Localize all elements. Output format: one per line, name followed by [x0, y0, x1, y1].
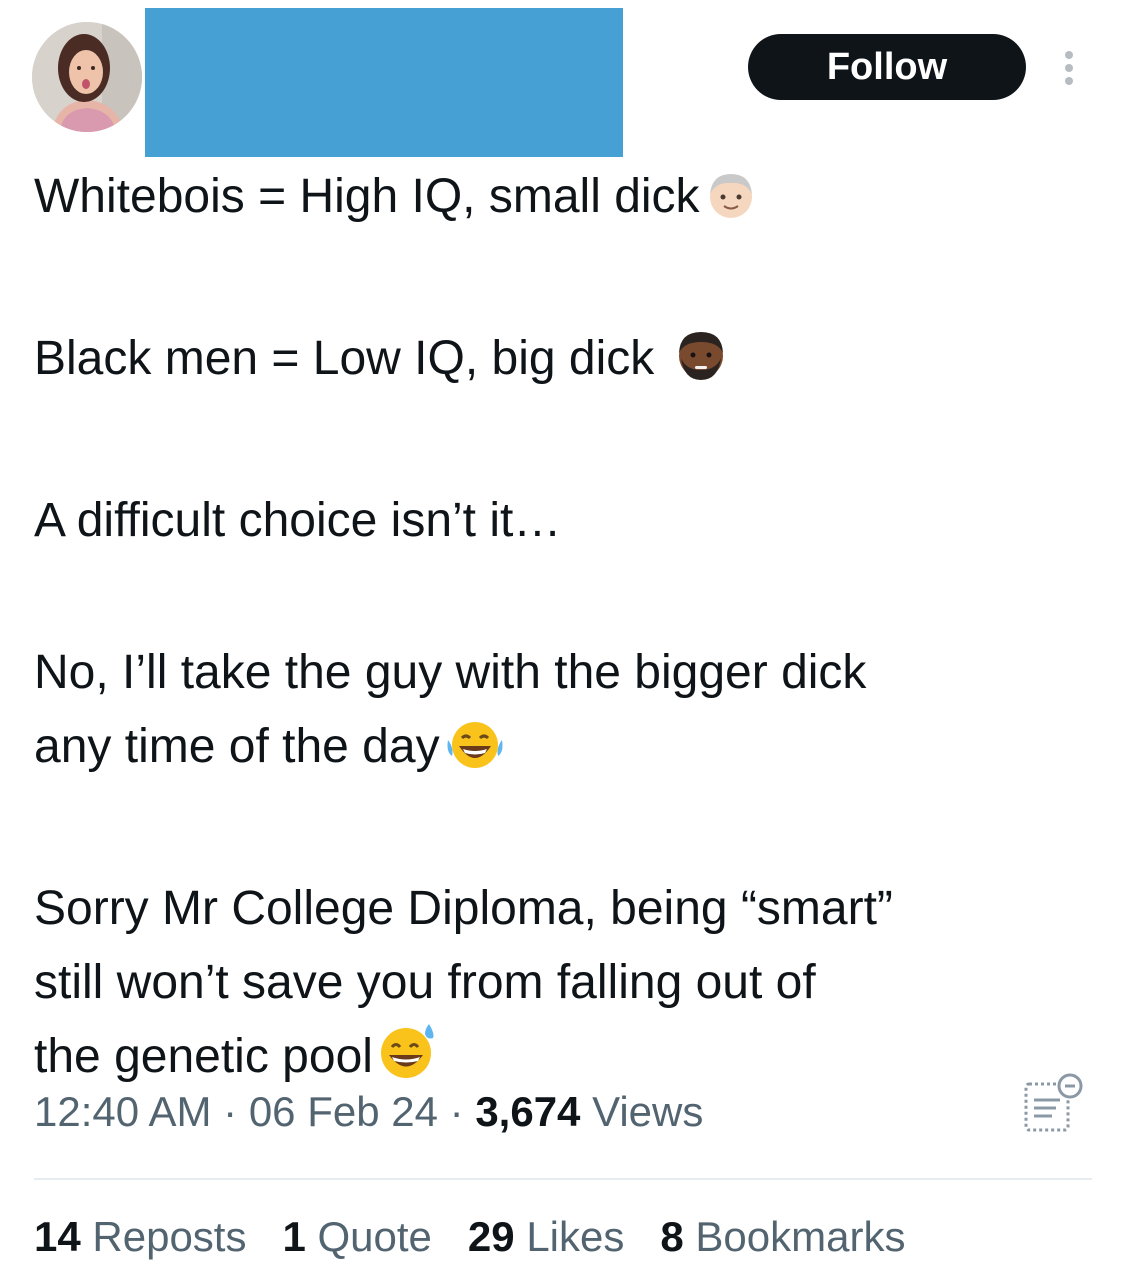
more-options-button[interactable]	[1055, 46, 1083, 90]
tweet-paragraph: Whitebois = High IQ, small dick	[34, 160, 1094, 244]
tweet-paragraph: Sorry Mr College Diploma, being “smart” …	[34, 872, 1094, 1104]
likes-label: Likes	[526, 1213, 625, 1260]
tweet-line: Whitebois = High IQ, small dick	[34, 170, 700, 223]
tweet-meta: 12:40 AM · 06 Feb 24 · 3,674 Views	[34, 1088, 703, 1136]
tweet-paragraph: A difficult choice isn’t it…	[34, 484, 1094, 558]
tweet-paragraph: No, I’ll take the guy with the bigger di…	[34, 636, 1094, 794]
meta-separator: ·	[449, 1088, 464, 1135]
tweet-line: any time of the day	[34, 720, 440, 773]
bearded-man-dark-skin-emoji	[672, 326, 730, 406]
analytics-button[interactable]	[1022, 1072, 1084, 1134]
tweet-line: A difficult choice isn’t it…	[34, 494, 562, 547]
bookmarks-label: Bookmarks	[695, 1213, 906, 1260]
analytics-icon	[1024, 1073, 1083, 1132]
likes-count: 29	[467, 1213, 515, 1260]
tears-of-joy-emoji	[444, 718, 506, 794]
likes-stat[interactable]: 29 Likes	[468, 1213, 624, 1261]
quotes-label: Quote	[317, 1213, 432, 1260]
avatar-photo	[32, 22, 142, 132]
vertical-dots-icon	[1065, 51, 1073, 85]
meta-separator: ·	[223, 1088, 238, 1135]
engagement-stats: 14 Reposts 1 Quote 29 Likes 8 Bookmarks	[34, 1213, 905, 1261]
avatar[interactable]	[32, 22, 142, 132]
tweet-line: still won’t save you from falling out of	[34, 956, 816, 1009]
reposts-stat[interactable]: 14 Reposts	[34, 1213, 246, 1261]
quotes-stat[interactable]: 1 Quote	[282, 1213, 431, 1261]
divider	[34, 1178, 1092, 1180]
tweet-line: Black men = Low IQ, big dick	[34, 332, 668, 385]
tweet-paragraph: Black men = Low IQ, big dick	[34, 322, 1094, 406]
tweet-text: Whitebois = High IQ, small dick Black me…	[34, 160, 1094, 1104]
tweet-line: the genetic pool	[34, 1030, 373, 1083]
bookmarks-stat[interactable]: 8 Bookmarks	[660, 1213, 905, 1261]
reposts-count: 14	[34, 1213, 81, 1260]
reposts-label: Reposts	[92, 1213, 247, 1260]
tweet-date[interactable]: 06 Feb 24	[249, 1088, 438, 1135]
older-man-emoji	[704, 168, 758, 244]
views-label: Views	[592, 1088, 704, 1135]
bookmarks-count: 8	[660, 1213, 684, 1260]
redacted-username-block	[145, 8, 623, 157]
views-count: 3,674	[475, 1088, 581, 1135]
tweet-time[interactable]: 12:40 AM	[34, 1088, 211, 1135]
follow-button[interactable]: Follow	[748, 34, 1026, 100]
quotes-count: 1	[282, 1213, 306, 1260]
tweet-line: No, I’ll take the guy with the bigger di…	[34, 646, 867, 699]
tweet-line: Sorry Mr College Diploma, being “smart”	[34, 882, 893, 935]
